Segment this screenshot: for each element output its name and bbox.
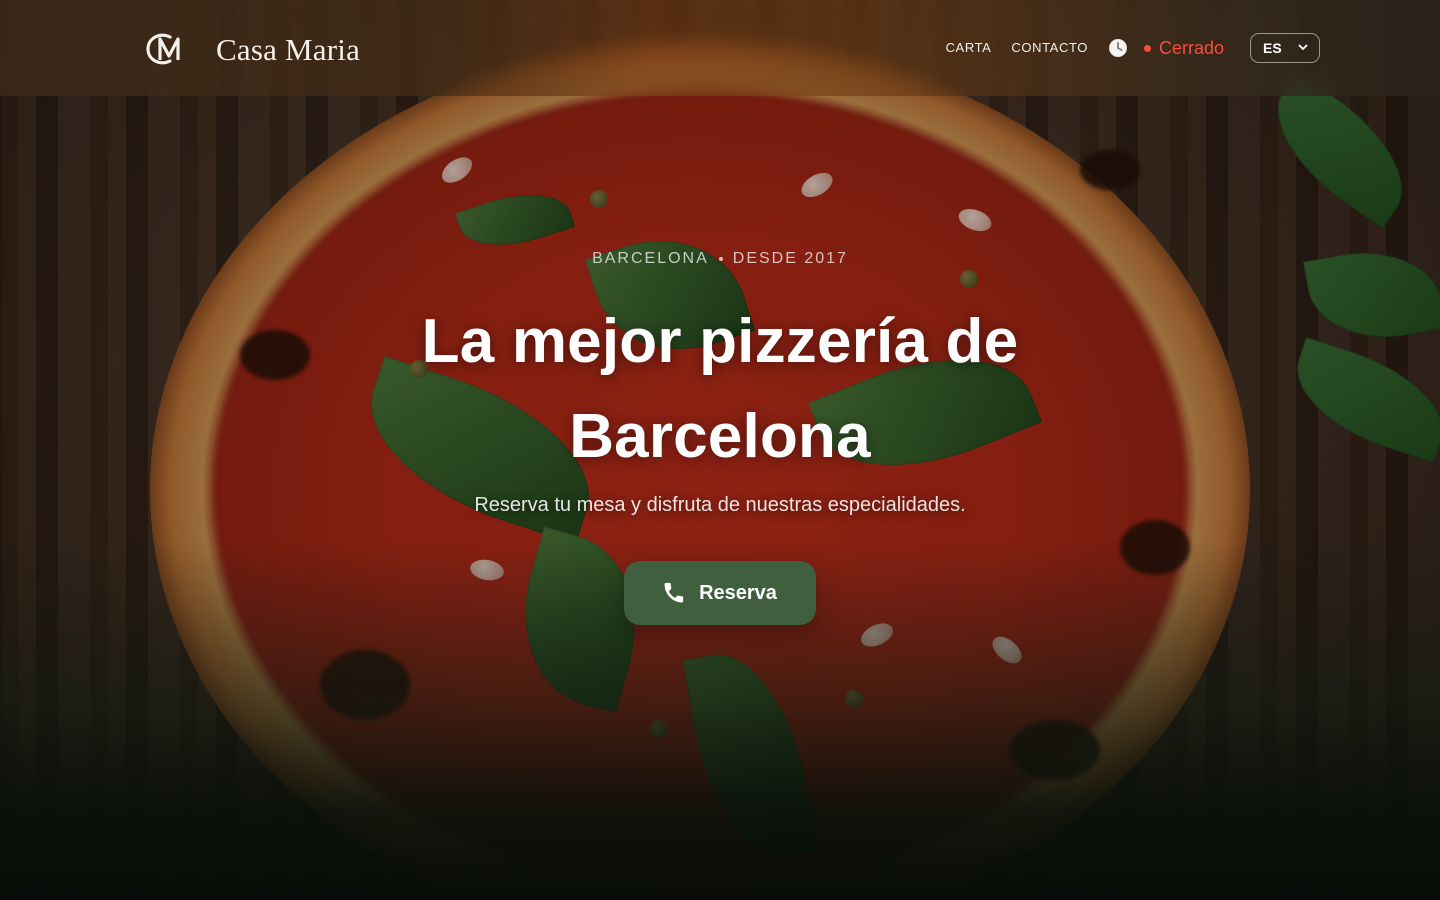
nav-link-menu[interactable]: CARTA (946, 32, 992, 64)
hero-title-line-2: Barcelona (569, 402, 871, 471)
hero-kicker: BARCELONA DESDE 2017 (592, 250, 848, 268)
main-nav: CARTA CONTACTO Cerrado ES (946, 32, 1320, 64)
svg-text:CM: CM (144, 30, 169, 34)
language-select[interactable]: ES (1250, 33, 1320, 63)
status-label: Cerrado (1158, 37, 1224, 58)
hero-title-line-1: La mejor pizzería de (421, 307, 1019, 376)
kicker-city: BARCELONA (592, 250, 709, 267)
site-header: CM Casa Maria CARTA CONTACTO Cerrado ES (0, 0, 1440, 96)
hero-section: BARCELONA DESDE 2017 La mejor pizzería d… (0, 250, 1440, 625)
hero-title: La mejor pizzería de Barcelona (0, 294, 1440, 484)
logo-mark[interactable]: CM (144, 30, 188, 68)
reserve-button-label: Reserva (699, 581, 777, 604)
chevron-down-icon (1297, 40, 1309, 56)
reserve-button[interactable]: Reserva (624, 561, 816, 625)
phone-icon (663, 582, 685, 604)
landing-page: CM Casa Maria CARTA CONTACTO Cerrado ES (0, 0, 1440, 900)
language-value: ES (1263, 40, 1282, 56)
clock-icon[interactable] (1108, 38, 1128, 58)
brand-name[interactable]: Casa Maria (216, 34, 360, 65)
status-dot (1143, 44, 1151, 52)
hero-subtitle: Reserva tu mesa y disfruta de nuestras e… (474, 494, 966, 516)
opening-status: Cerrado (1143, 37, 1224, 59)
kicker-since: DESDE 2017 (732, 250, 848, 267)
nav-link-contact[interactable]: CONTACTO (1011, 32, 1088, 64)
kicker-separator (718, 257, 723, 261)
brand[interactable]: CM Casa Maria (144, 30, 360, 68)
